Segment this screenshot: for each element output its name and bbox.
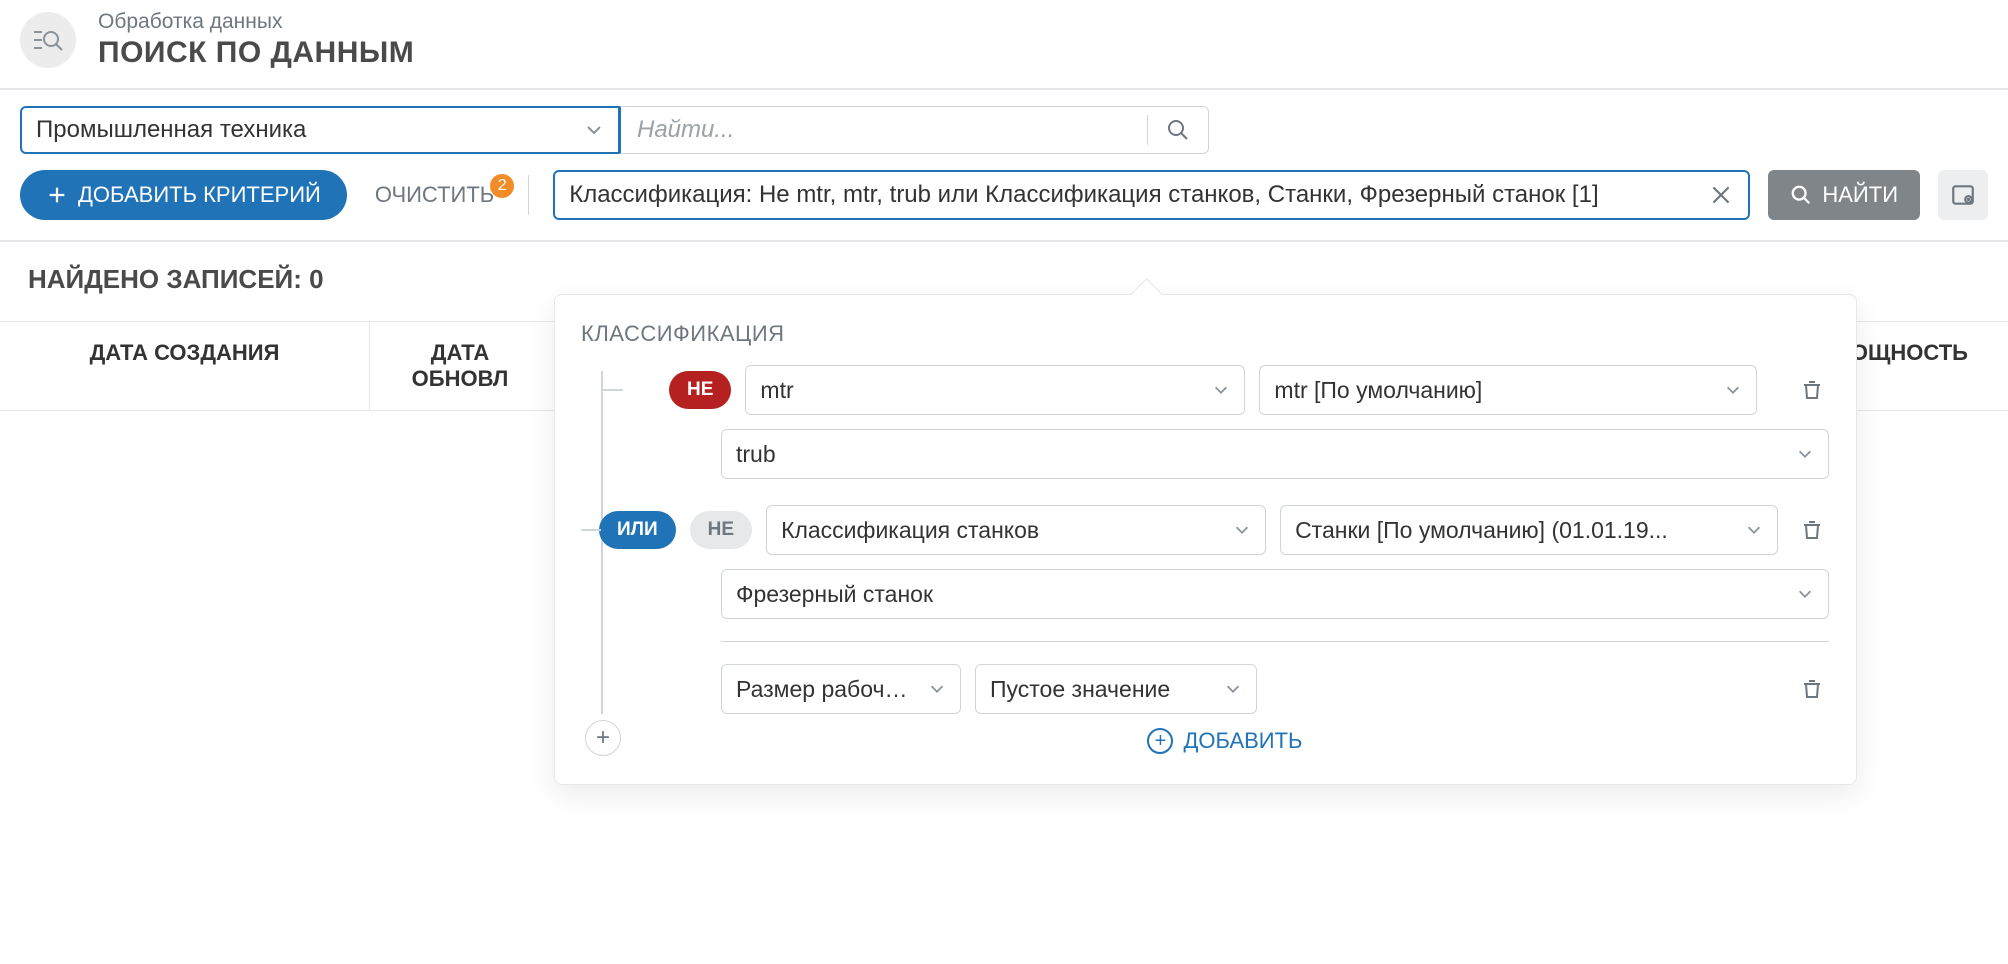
- classifier-select-2-value: Классификация станков: [781, 517, 1039, 544]
- breadcrumb: Обработка данных: [98, 10, 414, 34]
- condition-row-2: trub: [621, 429, 1830, 479]
- header-icon-wrap: [20, 12, 76, 68]
- save-icon: [1950, 182, 1976, 208]
- inner-divider: [721, 641, 1829, 642]
- criteria-chip-text: Классификация: Не mtr, mtr, trub или Кла…: [569, 181, 1598, 209]
- trash-icon: [1800, 378, 1824, 402]
- node-select-2[interactable]: Фрезерный станок: [721, 569, 1829, 619]
- plus-circle-icon: +: [1147, 728, 1173, 754]
- column-updated[interactable]: ДАТА ОБНОВЛ: [370, 322, 550, 410]
- popover-title: КЛАССИФИКАЦИЯ: [581, 321, 1830, 347]
- version-select-2[interactable]: Станки [По умолчанию] (01.01.19...: [1280, 505, 1778, 555]
- search-icon: [1790, 184, 1812, 206]
- or-pill[interactable]: ИЛИ: [599, 511, 676, 549]
- add-inner-label: ДОБАВИТЬ: [1183, 728, 1302, 754]
- node-select-2-value: Фрезерный станок: [736, 581, 933, 608]
- find-label: НАЙТИ: [1822, 182, 1898, 208]
- chevron-down-icon: [1233, 521, 1251, 539]
- chevron-down-icon: [928, 680, 946, 698]
- version-select-1[interactable]: mtr [По умолчанию]: [1259, 365, 1757, 415]
- chevron-down-icon: [1745, 521, 1763, 539]
- column-created[interactable]: ДАТА СОЗДАНИЯ: [0, 322, 370, 410]
- plus-icon: [46, 184, 68, 206]
- add-inner-button[interactable]: + ДОБАВИТЬ: [621, 728, 1729, 754]
- delete-row-5-button[interactable]: [1794, 671, 1830, 707]
- chevron-down-icon: [1224, 680, 1242, 698]
- chevron-down-icon: [1796, 585, 1814, 603]
- search-data-icon: [32, 24, 64, 56]
- chevron-down-icon: [1724, 381, 1742, 399]
- condition-row-5: Размер рабочег... Пустое значение: [621, 664, 1830, 714]
- operator-select-3-value: Пустое значение: [990, 676, 1170, 703]
- header-text: Обработка данных ПОИСК ПО ДАННЫМ: [98, 10, 414, 70]
- clear-label: ОЧИСТИТЬ: [375, 182, 494, 207]
- page-header: Обработка данных ПОИСК ПО ДАННЫМ: [0, 0, 2008, 90]
- add-criteria-label: ДОБАВИТЬ КРИТЕРИЙ: [78, 182, 321, 208]
- version-select-1-value: mtr [По умолчанию]: [1274, 377, 1482, 404]
- search-button[interactable]: [1148, 107, 1208, 153]
- add-node-button[interactable]: +: [585, 720, 621, 756]
- classifier-select-1-value: mtr: [760, 377, 793, 404]
- chevron-down-icon: [584, 120, 604, 140]
- criteria-chip-field[interactable]: Классификация: Не mtr, mtr, trub или Кла…: [553, 170, 1750, 220]
- save-search-button[interactable]: [1938, 170, 1988, 220]
- add-criteria-button[interactable]: ДОБАВИТЬ КРИТЕРИЙ: [20, 170, 347, 220]
- chevron-down-icon: [1212, 381, 1230, 399]
- condition-row-3: ИЛИ НЕ Классификация станков Станки [По …: [599, 505, 1830, 555]
- search-row: Промышленная техника Найти...: [0, 90, 2008, 170]
- criteria-bar: ДОБАВИТЬ КРИТЕРИЙ ОЧИСТИТЬ 2 Классификац…: [0, 170, 2008, 242]
- classification-popover: КЛАССИФИКАЦИЯ НЕ mtr mtr [По умолчанию]: [554, 294, 1857, 785]
- vertical-divider: [528, 175, 529, 215]
- node-select-1-value: trub: [736, 441, 776, 468]
- chevron-down-icon: [1796, 445, 1814, 463]
- search-icon: [1166, 118, 1190, 142]
- not-pill-inactive[interactable]: НЕ: [690, 511, 752, 549]
- trash-icon: [1800, 518, 1824, 542]
- clear-count-badge: 2: [490, 174, 514, 198]
- category-select[interactable]: Промышленная техника: [20, 106, 620, 154]
- condition-row-1: НЕ mtr mtr [По умолчанию]: [621, 365, 1830, 415]
- delete-row-3-button[interactable]: [1794, 512, 1830, 548]
- operator-select-3[interactable]: Пустое значение: [975, 664, 1257, 714]
- trash-icon: [1800, 677, 1824, 701]
- classifier-select-1[interactable]: mtr: [745, 365, 1245, 415]
- node-select-1[interactable]: trub: [721, 429, 1829, 479]
- condition-block-2: ИЛИ НЕ Классификация станков Станки [По …: [621, 505, 1830, 754]
- clear-button[interactable]: ОЧИСТИТЬ 2: [365, 182, 504, 208]
- tree-connector: [601, 389, 623, 391]
- condition-tree: НЕ mtr mtr [По умолчанию] trub: [581, 365, 1830, 754]
- category-select-value: Промышленная техника: [36, 116, 306, 144]
- close-icon: [1708, 182, 1734, 208]
- condition-block-1: НЕ mtr mtr [По умолчанию] trub: [621, 365, 1830, 479]
- not-pill-active[interactable]: НЕ: [669, 371, 731, 409]
- delete-row-1-button[interactable]: [1794, 372, 1830, 408]
- version-select-2-value: Станки [По умолчанию] (01.01.19...: [1295, 517, 1668, 544]
- search-input[interactable]: Найти...: [619, 106, 1209, 154]
- classifier-select-2[interactable]: Классификация станков: [766, 505, 1266, 555]
- find-button[interactable]: НАЙТИ: [1768, 170, 1920, 220]
- tree-connector: [581, 529, 601, 531]
- plus-icon: +: [596, 726, 610, 750]
- attr-select-3[interactable]: Размер рабочег...: [721, 664, 961, 714]
- attr-select-3-value: Размер рабочег...: [736, 676, 918, 703]
- search-placeholder: Найти...: [637, 116, 734, 144]
- chip-remove-button[interactable]: [1708, 182, 1734, 208]
- page-title: ПОИСК ПО ДАННЫМ: [98, 36, 414, 70]
- condition-row-4: Фрезерный станок: [621, 569, 1830, 619]
